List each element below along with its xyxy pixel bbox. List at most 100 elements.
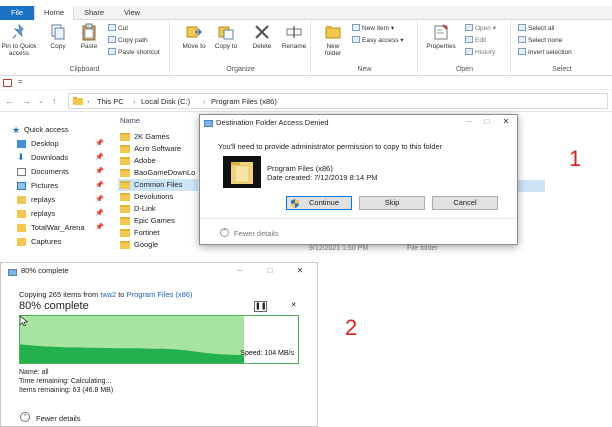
chevron-up-icon[interactable]: ^	[220, 228, 229, 237]
easy-access-button[interactable]: Easy access ▾	[352, 36, 404, 45]
breadcrumb-this-pc[interactable]: This PC	[97, 97, 124, 106]
list-item-selected[interactable]: Common Files	[118, 179, 198, 191]
pin-icon[interactable]: 📌	[95, 179, 104, 193]
nav-item-desktop[interactable]: Desktop 📌	[0, 137, 110, 151]
skip-button[interactable]: Skip	[359, 196, 425, 210]
list-item-label: 2K Games	[134, 132, 170, 141]
cancel-button[interactable]: Cancel	[432, 196, 498, 210]
pin-icon[interactable]: 📌	[95, 207, 104, 221]
qat-dropdown-icon[interactable]: =	[18, 77, 23, 86]
open-button[interactable]: Open ▾	[465, 24, 496, 33]
pin-icon[interactable]: 📌	[95, 221, 104, 235]
source-link[interactable]: twa2	[100, 290, 116, 299]
continue-button[interactable]: Continue	[286, 196, 352, 210]
list-item[interactable]: D-Link	[118, 203, 198, 215]
pin-icon[interactable]: 📌	[95, 165, 104, 179]
nav-item-totalwar-arena[interactable]: TotalWar_Arena 📌	[0, 221, 110, 235]
nav-item-replays[interactable]: replays 📌	[0, 207, 110, 221]
list-item[interactable]: Acro Software	[118, 143, 198, 155]
easy-access-label: Easy access	[362, 37, 399, 44]
list-item[interactable]: Devolutions	[118, 191, 198, 203]
history-button[interactable]: History	[465, 48, 495, 57]
delete-button[interactable]: Delete	[249, 23, 275, 50]
checkbox-icon[interactable]	[3, 79, 12, 87]
annotation-number-one: 1	[569, 146, 582, 171]
nav-item-replays[interactable]: replays 📌	[0, 193, 110, 207]
select-none-button[interactable]: Select none	[518, 36, 562, 45]
properties-label: Properties	[426, 43, 456, 50]
new-item-icon	[352, 24, 360, 31]
pin-icon[interactable]: 📌	[95, 193, 104, 207]
new-item-button[interactable]: New item ▾	[352, 24, 394, 33]
dialog-title: 80% complete	[21, 266, 69, 275]
nav-item-label: Desktop	[31, 139, 59, 148]
maximize-icon[interactable]: □	[480, 116, 494, 128]
list-item-label: Adobe	[134, 156, 156, 165]
fewer-details-link[interactable]: Fewer details	[36, 414, 81, 423]
tab-file[interactable]: File	[0, 6, 34, 20]
paste-shortcut-button[interactable]: Paste shortcut	[108, 48, 160, 57]
rename-icon	[286, 26, 302, 38]
select-none-label: Select none	[528, 37, 563, 44]
cut-button[interactable]: Cut	[108, 24, 128, 33]
up-icon[interactable]: ↑	[52, 96, 57, 106]
pin-icon[interactable]: 📌	[95, 137, 104, 151]
select-none-icon	[518, 36, 526, 43]
breadcrumb-local-disk[interactable]: Local Disk (C:)	[141, 97, 190, 106]
copy-button[interactable]: Copy	[46, 23, 70, 50]
tab-share[interactable]: Share	[78, 6, 110, 20]
pin-to-quick-access-button[interactable]: Pin to Quick access	[0, 23, 38, 57]
nav-item-documents[interactable]: Documents 📌	[0, 165, 110, 179]
copy-path-button[interactable]: Copy path	[108, 36, 148, 45]
column-header-name[interactable]: Name	[120, 116, 140, 125]
invert-selection-button[interactable]: Invert selection	[518, 48, 572, 57]
fewer-details-link[interactable]: Fewer details	[234, 229, 279, 238]
move-to-button[interactable]: Move to	[181, 23, 207, 50]
list-item[interactable]: Epic Games	[118, 215, 198, 227]
minimize-icon[interactable]: –	[462, 116, 476, 128]
close-icon[interactable]: ✕	[499, 116, 513, 128]
destination-link[interactable]: Program Files (x86)	[127, 290, 193, 299]
copy-icon	[51, 24, 65, 40]
folder-icon	[120, 157, 130, 165]
navigation-pane: ★ Quick access Desktop 📌 ⬇ Downloads 📌 D…	[0, 112, 110, 260]
folder-icon	[17, 238, 26, 246]
pause-icon[interactable]: ❚❚	[254, 301, 267, 312]
edit-button[interactable]: Edit	[465, 36, 486, 45]
rename-button[interactable]: Rename	[279, 23, 309, 50]
list-item[interactable]: BaoGameDownLo	[118, 167, 198, 179]
paste-button[interactable]: Paste	[76, 23, 102, 50]
tab-home[interactable]: Home	[34, 6, 74, 21]
minimize-icon[interactable]: –	[233, 265, 247, 277]
organize-group: Move to Copy to Delete Rename Organize	[171, 20, 311, 76]
list-item[interactable]: Google	[118, 239, 198, 251]
list-item[interactable]: Fortinet	[118, 227, 198, 239]
properties-button[interactable]: Properties	[421, 23, 461, 50]
maximize-icon[interactable]: □	[263, 265, 277, 277]
chevron-up-icon[interactable]: ^	[20, 412, 30, 422]
nav-quick-access-label: Quick access	[24, 125, 69, 134]
nav-quick-access[interactable]: ★ Quick access	[0, 123, 110, 137]
tab-view[interactable]: View	[116, 6, 148, 20]
list-item[interactable]: 2K Games	[118, 131, 198, 143]
cancel-label: Cancel	[453, 198, 477, 207]
list-item[interactable]: Adobe	[118, 155, 198, 167]
nav-item-pictures[interactable]: Pictures 📌	[0, 179, 110, 193]
pin-icon[interactable]: 📌	[95, 151, 104, 165]
select-all-button[interactable]: Select all	[518, 24, 554, 33]
nav-item-downloads[interactable]: ⬇ Downloads 📌	[0, 151, 110, 165]
back-icon[interactable]: ←	[5, 96, 14, 106]
recent-dropdown-icon[interactable]: ⌄	[38, 97, 44, 105]
cancel-copy-icon[interactable]: ✕	[287, 301, 300, 312]
close-icon[interactable]: ✕	[293, 265, 307, 277]
new-folder-label: New folder	[324, 43, 342, 57]
breadcrumb-program-files[interactable]: Program Files (x86)	[211, 97, 277, 106]
nav-item-label: Downloads	[31, 153, 69, 162]
nav-item-captures[interactable]: Captures	[0, 235, 110, 249]
forward-icon[interactable]: →	[22, 96, 31, 106]
copy-to-button[interactable]: Copy to	[213, 23, 239, 50]
new-folder-button[interactable]: New folder	[318, 23, 348, 57]
folder-icon	[120, 217, 130, 225]
open-group-label: Open	[455, 66, 474, 73]
address-box[interactable]: › This PC › Local Disk (C:) › Program Fi…	[68, 93, 608, 109]
